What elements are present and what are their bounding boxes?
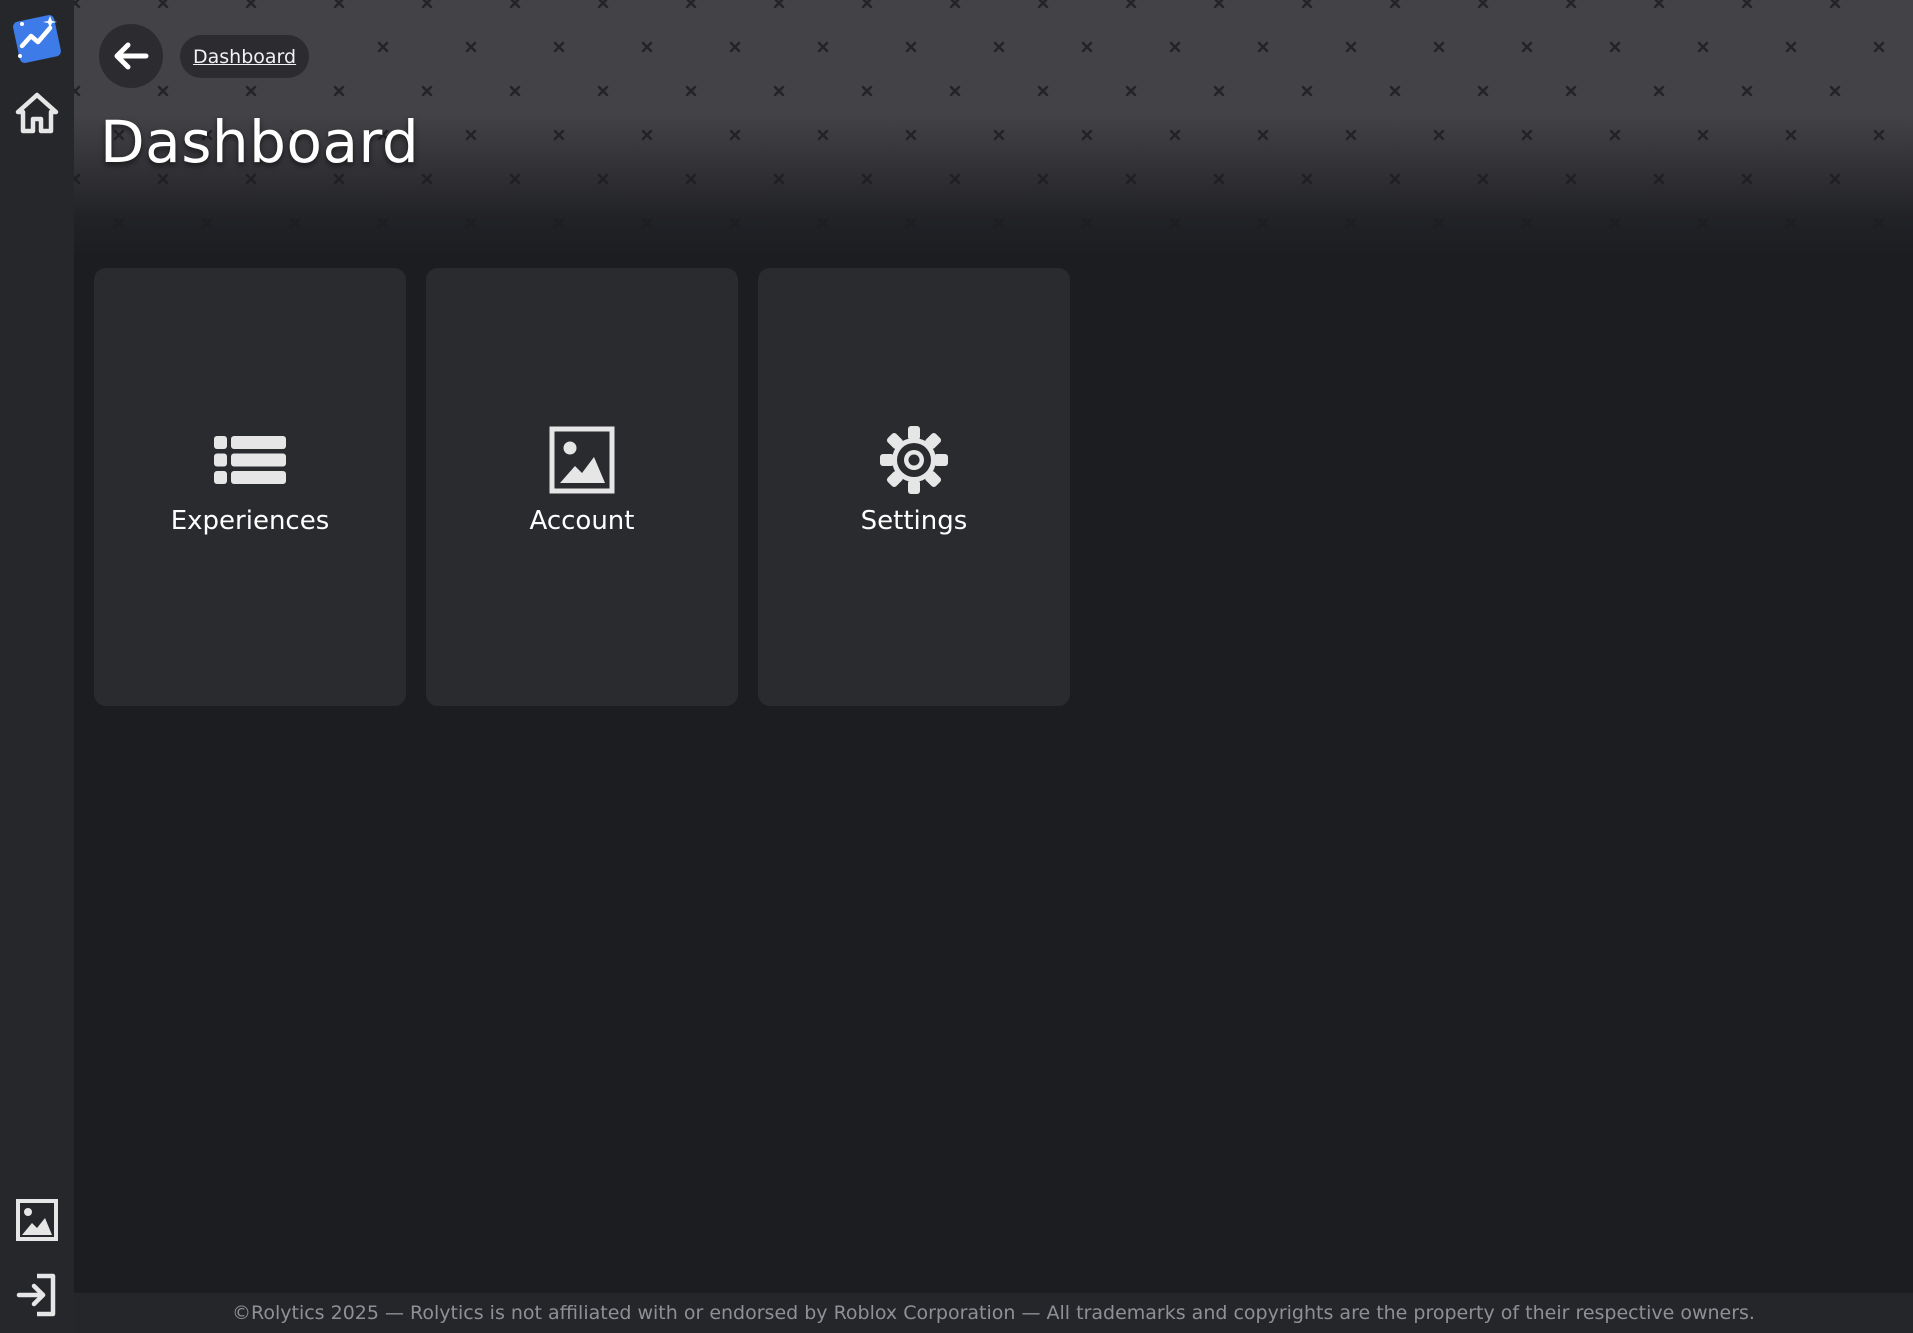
page-title: Dashboard <box>100 108 420 176</box>
tile-label: Account <box>529 506 635 536</box>
image-icon <box>549 426 615 494</box>
sidebar-item-home[interactable] <box>10 86 64 140</box>
footer-copyright: ©Rolytics 2025 — Rolytics is not affilia… <box>232 1302 1755 1324</box>
rolytics-logo <box>13 15 61 63</box>
footer: ©Rolytics 2025 — Rolytics is not affilia… <box>74 1293 1913 1333</box>
tile-settings[interactable]: Settings <box>758 268 1070 706</box>
breadcrumb-dashboard-link[interactable]: Dashboard <box>193 46 296 68</box>
sidebar-item-sign-in[interactable] <box>10 1268 64 1322</box>
sidebar <box>0 0 74 1333</box>
back-button[interactable] <box>99 24 163 88</box>
tile-account[interactable]: Account <box>426 268 738 706</box>
breadcrumb: Dashboard <box>180 35 310 78</box>
list-icon <box>214 436 286 484</box>
sign-in-icon <box>16 1273 56 1317</box>
arrow-left-icon <box>114 42 149 70</box>
tile-label: Experiences <box>170 506 330 536</box>
gear-icon <box>880 426 948 494</box>
app-logo[interactable] <box>10 10 64 64</box>
page-header: Dashboard Dashboard <box>74 0 1913 255</box>
image-icon <box>16 1199 58 1241</box>
sidebar-item-account[interactable] <box>10 1193 64 1247</box>
tile-label: Settings <box>860 506 968 536</box>
tile-experiences[interactable]: Experiences <box>94 268 406 706</box>
home-icon <box>15 92 59 134</box>
dashboard-tiles: Experiences Account Settings <box>94 268 1070 706</box>
